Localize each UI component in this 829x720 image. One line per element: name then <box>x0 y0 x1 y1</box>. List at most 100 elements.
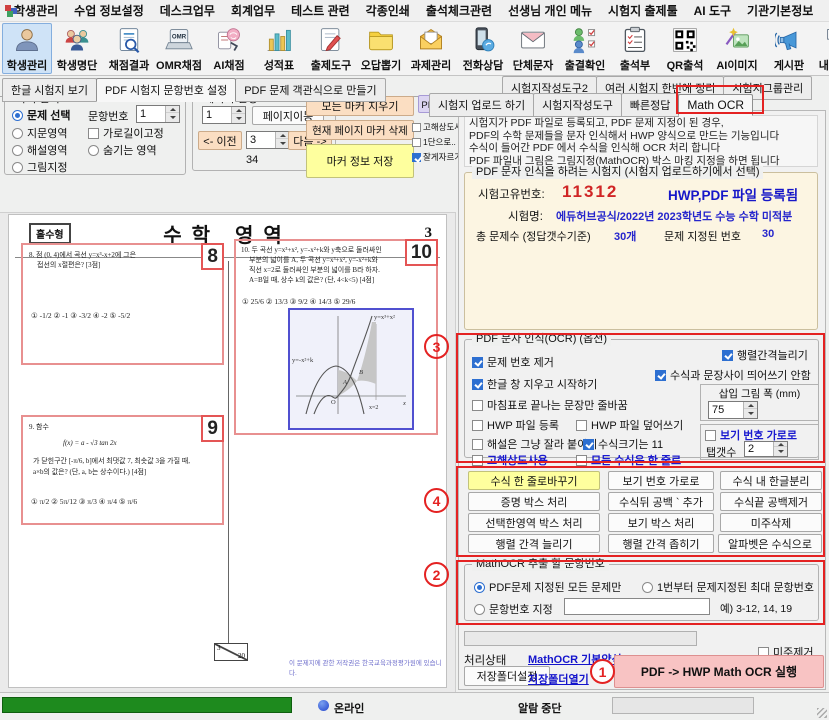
toolbar-omr-grading[interactable]: OMR OMR채점 <box>154 23 204 74</box>
save-marker-info-button[interactable]: 마커 정보 저장 <box>306 144 414 178</box>
ocr-description-line: 수식이 들어간 PDF 에서 수식을 인식해 OCR 처리 합니다 <box>469 142 813 155</box>
checkbox-no-space-between[interactable]: 수식과 문장사이 띄어쓰기 안함 <box>655 367 811 383</box>
menu-desk[interactable]: 데스크업무 <box>152 0 223 21</box>
tab-pdf-question-number[interactable]: PDF 시험지 문항번호 설정 <box>96 78 236 102</box>
add-space-after-equation-button[interactable]: 수식뒤 공백 ` 추가 <box>608 492 714 511</box>
radio-explain-area[interactable]: 해설영역 <box>12 142 67 158</box>
checkbox-hwp-overwrite[interactable]: HWP 파일 덮어쓰기 <box>576 417 683 433</box>
checkbox-remove-question-number[interactable]: 문제 번호 제거 <box>472 354 554 370</box>
toolbar-student-manage[interactable]: 학생관리 <box>2 23 52 74</box>
figure-box-q10[interactable]: y=x³+x² y=-x²+k A B O x x=2 <box>288 308 414 430</box>
selected-area-box-button[interactable]: 선택한영역 박스 처리 <box>468 513 600 532</box>
menu-class-settings[interactable]: 수업 정보설정 <box>66 0 152 21</box>
choice-number-horizontal-button[interactable]: 보기 번호 가로로 <box>608 471 714 490</box>
tab-exam-tool[interactable]: 시험지작성도구 <box>533 93 622 117</box>
checkbox-high-resolution[interactable]: 고해상도사용 <box>472 452 548 468</box>
toolbar-qr-attendance[interactable]: QR출석 <box>660 23 710 74</box>
toolbar-phone-consult[interactable]: 전화상담 <box>458 23 508 74</box>
menu-open-folder[interactable]: 폴더열기 <box>821 0 829 21</box>
toolbar-wrong-answers[interactable]: 오답뽑기 <box>356 23 406 74</box>
checkbox-fixed-width[interactable]: 가로길이고정 <box>88 125 164 141</box>
toolbar-ai-grading[interactable]: AI채점 <box>204 23 254 74</box>
checkbox-paste-explanation[interactable]: 해설은 그냥 잘라 붙이기 <box>472 436 597 452</box>
menu-accounting[interactable]: 회계업무 <box>223 0 283 21</box>
radio-all-assigned-questions[interactable]: PDF문제 지정된 모든 문제만 <box>474 579 621 595</box>
toolbar-student-list[interactable]: 학생명단 <box>52 23 102 74</box>
toolbar-authoring-tool[interactable]: 출제도구 <box>306 23 356 74</box>
resize-grip[interactable] <box>817 708 827 718</box>
run-math-ocr-button[interactable]: PDF -> HWP Math OCR 실행 <box>614 655 824 688</box>
spinner-arrows[interactable] <box>773 442 787 456</box>
menu-org-info[interactable]: 기관기본정보 <box>739 0 821 21</box>
row-gap-increase-button[interactable]: 행렬 간격 늘리기 <box>468 534 600 553</box>
spinner-arrows[interactable] <box>165 106 179 122</box>
checkbox-all-equations-one-line[interactable]: 모든 수식은 한 줄로 <box>576 452 681 468</box>
alarm-stop-box[interactable] <box>612 697 754 714</box>
question-number-spinner[interactable]: 1 <box>136 105 180 123</box>
page-spinner[interactable]: 1 <box>202 106 246 124</box>
alphabet-to-equation-button[interactable]: 알파벳은 수식으로 <box>718 534 822 553</box>
split-hangul-in-equation-button[interactable]: 수식 내 한글분리 <box>720 471 822 490</box>
toolbar-grading-result[interactable]: 채점결과 <box>104 23 154 74</box>
toolbar-board[interactable]: 게시판 <box>764 23 814 74</box>
remove-trailing-space-button[interactable]: 수식끝 공백제거 <box>720 492 822 511</box>
custom-question-numbers-input[interactable] <box>564 598 710 615</box>
choice-box-button[interactable]: 보기 박스 처리 <box>608 513 714 532</box>
menu-attendance[interactable]: 출석체크관련 <box>418 0 500 21</box>
equation-one-line-button[interactable]: 수식 한 줄로바꾸기 <box>468 471 600 490</box>
radio-custom-question-numbers[interactable]: 문항번호 지정 <box>474 601 553 617</box>
tab-hangul-exam-view[interactable]: 한글 시험지 보기 <box>2 78 97 102</box>
radio-passage-area[interactable]: 지문영역 <box>12 125 67 141</box>
tab-quick-answer[interactable]: 빠른정답 <box>621 93 679 117</box>
q8-text: 접선의 x절편은? [3점] <box>37 261 100 271</box>
delete-page-markers-button[interactable]: 현재 페이지 마커 삭제 <box>306 120 414 140</box>
svg-text:y=-x²+k: y=-x²+k <box>292 357 314 364</box>
toolbar-group-sms[interactable]: 단체문자 <box>508 23 558 74</box>
tab-exam-upload[interactable]: 시험지 업로드 하기 <box>429 93 534 117</box>
megaphone-icon <box>775 26 803 57</box>
menu-printing[interactable]: 각종인쇄 <box>358 0 418 21</box>
menu-tests[interactable]: 테스트 관련 <box>283 0 358 21</box>
toolbar-attendance-check[interactable]: 출결확인 <box>560 23 610 74</box>
menu-exam-tools[interactable]: 시험지 출제툴 <box>600 0 686 21</box>
radio-figure-area[interactable]: 그림지정 <box>12 159 67 175</box>
spinner-arrows[interactable] <box>743 402 757 418</box>
image-width-spinner[interactable]: 75 <box>708 401 758 419</box>
tab-count-spinner[interactable]: 2 <box>744 441 788 457</box>
spinner-arrows[interactable] <box>275 132 289 148</box>
current-page-spinner[interactable]: 3 <box>246 131 290 149</box>
marker-box-q8[interactable]: 8 8. 점 (0, 4)에서 곡선 y=x³-x+2에 그은 접선의 x절편은… <box>21 243 224 365</box>
radio-max-question-number[interactable]: 1번부터 문제지정된 최대 문항번호 <box>642 579 814 595</box>
menu-teacher[interactable]: 선생님 개인 메뉴 <box>500 0 600 21</box>
svg-text:x=2: x=2 <box>369 405 378 411</box>
spinner-arrows[interactable] <box>231 107 245 123</box>
marker-box-q9[interactable]: 9 9. 함수 f(x) = a - √3 tan 2x 가 닫힌구간 [-π/… <box>21 415 224 525</box>
ocr-options-group-title: PDF 문자 인식(OCR) (옵션) <box>472 333 611 346</box>
radio-problem-select[interactable]: 문제 선택 <box>12 107 71 123</box>
checkbox-hwp-register[interactable]: HWP 파일 등록 <box>472 417 559 433</box>
checkbox-slice-fine[interactable]: 잘게자르기 <box>412 151 462 163</box>
toolbar-report-card[interactable]: 성적표 <box>254 23 304 74</box>
toolbar-ai-image[interactable]: AI이미지 <box>712 23 762 74</box>
checkbox-equation-size[interactable]: 수식크기는 11 <box>583 436 663 452</box>
delete-endnote-button[interactable]: 미주삭제 <box>720 513 822 532</box>
open-save-folder-link[interactable]: 저장폴더열기 <box>528 671 589 687</box>
ai-brain-icon <box>215 26 243 57</box>
radio-hidden-area[interactable]: 숨기는 영역 <box>88 142 157 158</box>
radio-icon <box>642 582 653 593</box>
proof-box-button[interactable]: 증명 박스 처리 <box>468 492 600 511</box>
tab-pdf-to-multichoice[interactable]: PDF 문제 객관식으로 만들기 <box>235 78 385 102</box>
checkbox-one-column[interactable]: 1단으로.. <box>412 136 456 148</box>
tab-math-ocr[interactable]: Math OCR <box>678 94 753 116</box>
toolbar-homework[interactable]: 과제관리 <box>406 23 456 74</box>
toolbar-internal-chat[interactable]: 내부대화 <box>814 23 829 74</box>
toolbar-attendance-book[interactable]: 출석부 <box>610 23 660 74</box>
row-gap-decrease-button[interactable]: 행렬 간격 좁히기 <box>608 534 714 553</box>
prev-page-button[interactable]: <- 이전 <box>198 131 242 150</box>
checkbox-clear-hwp-window[interactable]: 한글 창 지우고 시작하기 <box>472 376 597 392</box>
menu-ai-tools[interactable]: AI 도구 <box>686 0 739 21</box>
checkbox-period-linebreak[interactable]: 마침표로 끝나는 문장만 줄바꿈 <box>472 397 628 413</box>
marker-box-q10[interactable]: 10 10. 두 곡선 y=x³+x², y=-x²+k와 y축으로 둘러싸인 … <box>234 239 438 435</box>
progress-bar <box>464 631 697 646</box>
checkbox-row-gap-increase[interactable]: 행렬간격늘리기 <box>722 347 808 363</box>
